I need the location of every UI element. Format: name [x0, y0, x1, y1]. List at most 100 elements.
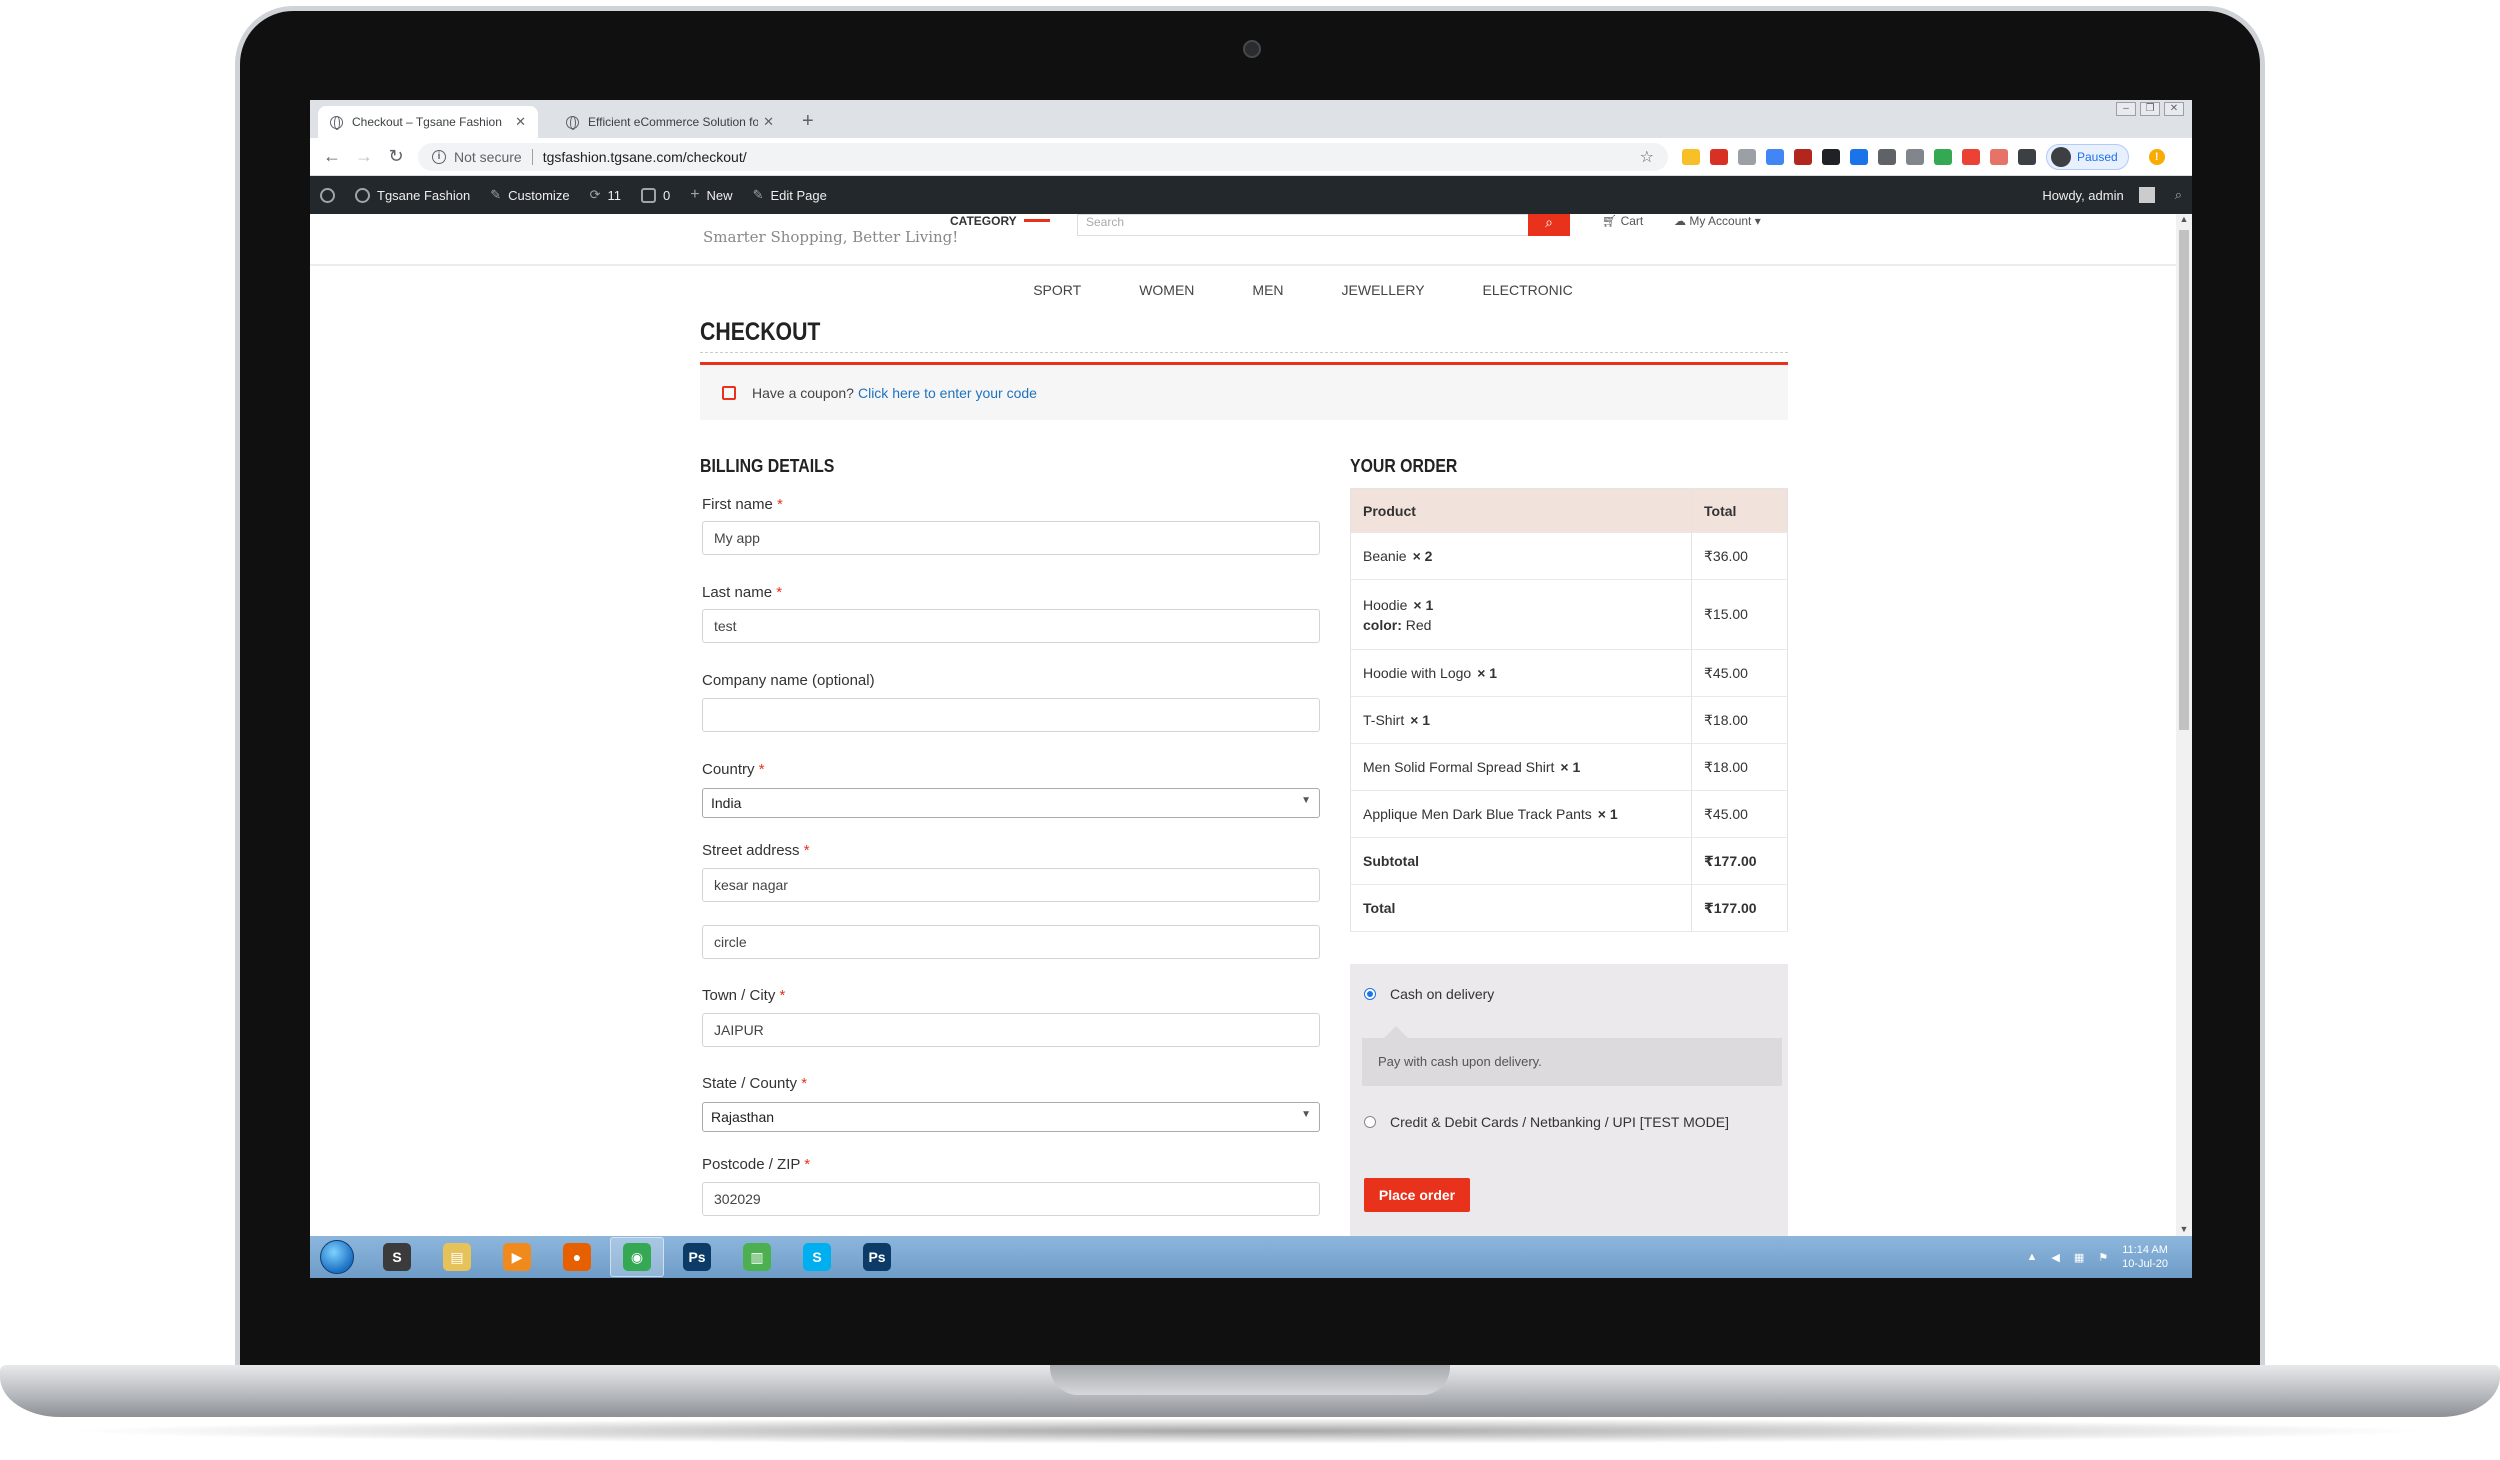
taskbar-app-media-player[interactable]: ▶ [490, 1237, 544, 1277]
extension-camera-icon[interactable] [1738, 148, 1756, 165]
nav-women[interactable]: WOMEN [1139, 282, 1194, 298]
tray-arrow-icon[interactable]: ▲ [2027, 1251, 2038, 1263]
scroll-up-icon[interactable]: ▲ [2178, 214, 2190, 224]
tab-ecommerce[interactable]: Efficient eCommerce Solution fo ✕ [554, 106, 786, 138]
street-address-2-field[interactable]: circle [702, 925, 1320, 959]
admin-customize-link[interactable]: ✎ Customize [480, 176, 579, 214]
start-button[interactable] [320, 1240, 354, 1274]
close-window-icon[interactable]: ✕ [2164, 102, 2184, 116]
admin-updates-link[interactable]: ⟳ 11 [580, 176, 631, 214]
extension-arrow-icon[interactable] [1962, 148, 1980, 165]
tab-checkout[interactable]: Checkout – Tgsane Fashion ✕ [318, 106, 538, 138]
line-total: ₹45.00 [1691, 649, 1788, 697]
scrollbar-thumb[interactable] [2179, 230, 2189, 730]
explorer-icon: ▤ [443, 1243, 471, 1271]
nav-jewellery[interactable]: JEWELLERY [1342, 282, 1425, 298]
extension-new-icon[interactable] [1850, 148, 1868, 165]
taskbar-app-monitor[interactable]: ▥ [730, 1237, 784, 1277]
extension-text-icon[interactable] [1906, 148, 1924, 165]
taskbar-app-photoshop-1[interactable]: Ps [670, 1237, 724, 1277]
extension-font-icon[interactable] [1878, 148, 1896, 165]
clock[interactable]: 11:14 AM 10-Jul-20 [2122, 1243, 2168, 1271]
nav-men[interactable]: MEN [1252, 282, 1283, 298]
restore-icon[interactable]: ❐ [2140, 102, 2160, 116]
admin-search-button[interactable]: ⌕ [2165, 176, 2192, 214]
firefox-icon: ● [563, 1243, 591, 1271]
place-order-button[interactable]: Place order [1364, 1178, 1470, 1212]
city-field[interactable]: JAIPUR [702, 1013, 1320, 1047]
close-icon[interactable]: ✕ [763, 114, 774, 130]
extension-download-icon[interactable] [1766, 148, 1784, 165]
photoshop-2-icon: Ps [863, 1243, 891, 1271]
dashboard-icon [355, 187, 370, 203]
network-icon[interactable]: ▦ [2074, 1251, 2084, 1264]
admin-new-link[interactable]: + New [680, 176, 742, 214]
my-account-link[interactable]: ☁ My Account ▾ [1674, 214, 1761, 228]
extension-color-icon[interactable] [1934, 148, 1952, 165]
category-menu[interactable]: CATEGORY [950, 214, 1017, 228]
search-input[interactable]: Search [1077, 214, 1530, 236]
extension-screenshot-icon[interactable] [1822, 148, 1840, 165]
taskbar-app-explorer[interactable]: ▤ [430, 1237, 484, 1277]
street-address-field[interactable]: kesar nagar [702, 868, 1320, 902]
back-icon[interactable]: ← [316, 146, 348, 167]
company-label: Company name (optional) [702, 672, 875, 689]
postcode-field[interactable]: 302029 [702, 1182, 1320, 1216]
first-name-field[interactable]: My app [702, 521, 1320, 555]
country-label: Country * [702, 761, 765, 778]
coupon-link[interactable]: Click here to enter your code [858, 385, 1037, 401]
volume-icon[interactable]: ◀ [2051, 1251, 2059, 1264]
cart-link[interactable]: 🛒︎ Cart [1602, 214, 1643, 228]
new-tab-button[interactable]: + [802, 110, 814, 133]
laptop-notch [1050, 1365, 1450, 1395]
payment-card-option[interactable]: Credit & Debit Cards / Netbanking / UPI … [1364, 1114, 1729, 1130]
wp-admin-bar: Tgsane Fashion ✎ Customize ⟳ 11 0 + New ✎ Ed… [310, 176, 2192, 214]
url-input[interactable]: i Not secure tgsfashion.tgsane.com/check… [418, 142, 1668, 171]
extension-cast-icon[interactable] [1990, 148, 2008, 165]
meta-value: Red [1405, 616, 1432, 633]
taskbar-app-sublime[interactable]: S [370, 1237, 424, 1277]
update-icon[interactable]: ! [2148, 148, 2165, 165]
payment-cod-option[interactable]: Cash on delivery [1364, 986, 1494, 1002]
last-name-field[interactable]: test [702, 609, 1320, 643]
admin-site-link[interactable]: Tgsane Fashion [345, 176, 480, 214]
extension-red-icon[interactable] [1710, 148, 1728, 165]
scroll-down-icon[interactable]: ▼ [2178, 1224, 2190, 1234]
subtotal-value: ₹177.00 [1691, 837, 1788, 885]
bookmark-star-icon[interactable]: ☆ [1640, 147, 1654, 167]
extension-pdf-icon[interactable] [1794, 148, 1812, 165]
minimize-icon[interactable]: – [2116, 102, 2136, 116]
table-row: Beanie × 2 ₹36.00 [1350, 532, 1788, 580]
cod-radio[interactable] [1364, 988, 1376, 1000]
search-button[interactable]: ⌕ [1528, 214, 1570, 236]
admin-edit-page-link[interactable]: ✎ Edit Page [743, 176, 837, 214]
chevron-down-icon: ▼ [1301, 1109, 1311, 1120]
webcam [1243, 40, 1261, 58]
taskbar-app-firefox[interactable]: ● [550, 1237, 604, 1277]
nav-sport[interactable]: SPORT [1033, 282, 1081, 298]
admin-comments-link[interactable]: 0 [631, 176, 680, 214]
state-select[interactable]: Rajasthan ▼ [702, 1102, 1320, 1132]
admin-howdy-link[interactable]: Howdy, admin [2032, 176, 2164, 214]
extensions-puzzle-icon[interactable] [2018, 148, 2036, 165]
extension-pen-icon[interactable] [1682, 148, 1700, 165]
info-icon[interactable]: i [432, 149, 446, 164]
subtotal-row: Subtotal ₹177.00 [1350, 837, 1788, 885]
wordpress-logo[interactable] [310, 176, 345, 214]
taskbar-app-chrome[interactable]: ◉ [610, 1237, 664, 1277]
close-icon[interactable]: ✕ [515, 114, 526, 130]
card-radio[interactable] [1364, 1116, 1376, 1128]
taskbar-app-skype[interactable]: S [790, 1237, 844, 1277]
country-select[interactable]: India ▼ [702, 788, 1320, 818]
profile-button[interactable]: Paused [2046, 143, 2129, 170]
order-table: Product Total Beanie × 2 ₹36.00 Hoodie × 1… [1350, 488, 1788, 932]
forward-icon[interactable]: → [348, 146, 380, 167]
nav-electronic[interactable]: ELECTRONIC [1483, 282, 1573, 298]
flag-icon[interactable]: ⚑ [2098, 1251, 2108, 1264]
avatar [2138, 187, 2155, 203]
reload-icon[interactable]: ↻ [380, 146, 412, 167]
taskbar-app-photoshop-2[interactable]: Ps [850, 1237, 904, 1277]
user-icon: ☁ [1674, 214, 1690, 228]
company-field[interactable] [702, 698, 1320, 732]
line-total: ₹15.00 [1691, 579, 1788, 650]
